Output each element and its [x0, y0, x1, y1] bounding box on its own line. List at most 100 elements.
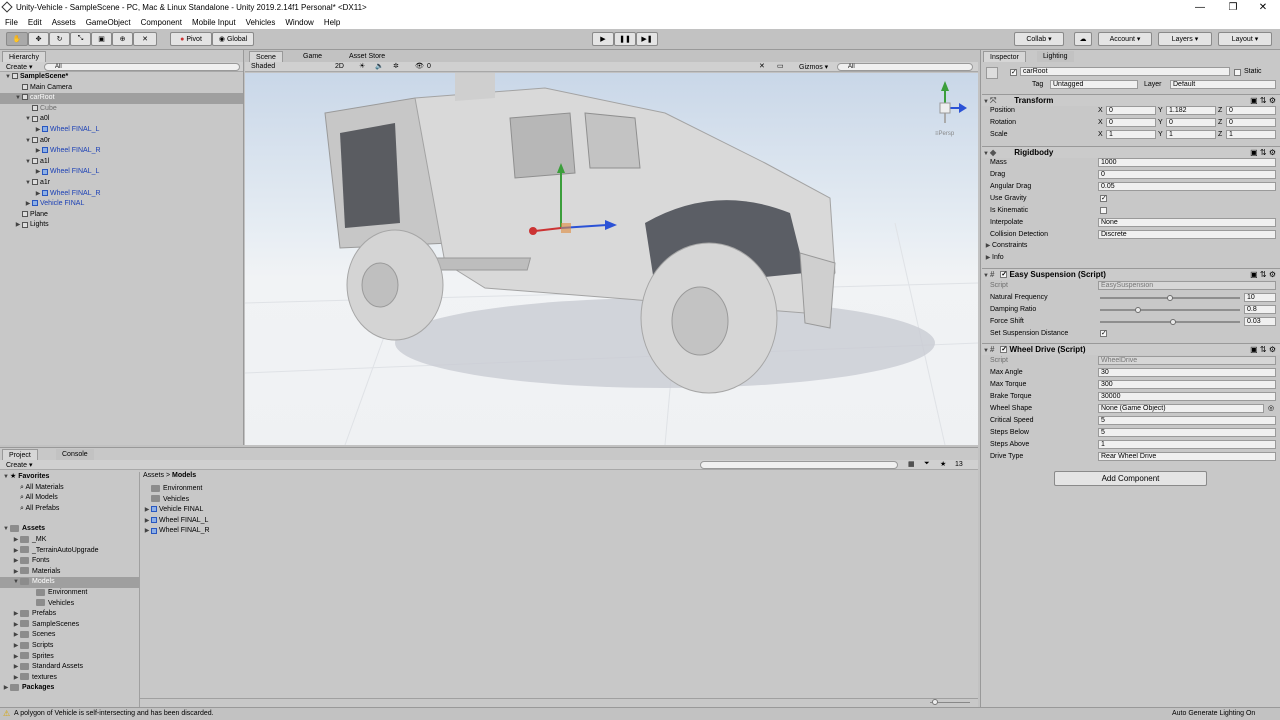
expand-arrow-icon[interactable]: ▼ [14, 93, 22, 104]
project-folder[interactable]: ▶ SampleScenes [0, 620, 139, 631]
transform-tool-icon[interactable]: ⊕ [112, 32, 133, 46]
project-folder[interactable]: ▶ Sprites [0, 652, 139, 663]
x-field[interactable]: 0 [1106, 118, 1156, 127]
project-asset[interactable]: Environment [143, 484, 202, 495]
hidden-packages-count[interactable]: 13 [955, 461, 963, 468]
z-field[interactable]: 0 [1226, 106, 1276, 115]
menu-gameobject[interactable]: GameObject [81, 18, 136, 27]
hierarchy-item[interactable]: ▶ Wheel FINAL_R [0, 189, 243, 200]
expand-arrow-icon[interactable]: ▶ [12, 673, 20, 684]
custom-tool-icon[interactable]: ✕ [133, 32, 157, 46]
expand-arrow-icon[interactable]: ▶ [12, 609, 20, 620]
project-folder[interactable]: ▶ Materials [0, 567, 139, 578]
favorite-item[interactable]: ⌕ All Materials [20, 483, 64, 494]
expand-arrow-icon[interactable]: ▶ [143, 526, 151, 537]
suspension-value-field[interactable]: 0.03 [1244, 317, 1276, 326]
hierarchy-item[interactable]: ▶ Lights [0, 220, 243, 231]
menu-vehicles[interactable]: Vehicles [241, 18, 281, 27]
expand-arrow-icon[interactable]: ▶ [12, 620, 20, 631]
account-button[interactable]: Account ▾ [1098, 32, 1152, 46]
rotate-tool-icon[interactable]: ↻ [49, 32, 70, 46]
2d-toggle[interactable]: 2D [335, 63, 344, 70]
menu-help[interactable]: Help [319, 18, 345, 27]
scale-tool-icon[interactable]: ⤡ [70, 32, 91, 46]
project-create-button[interactable]: Create ▾ [6, 461, 32, 469]
cloud-icon[interactable]: ☁ [1074, 32, 1092, 46]
hierarchy-item[interactable]: ▼ a1r [0, 178, 243, 189]
gizmos-dropdown[interactable]: Gizmos ▾ [799, 63, 828, 71]
info-foldout[interactable]: ▶ Info [984, 252, 1272, 263]
pivot-button[interactable]: ● Pivot [170, 32, 212, 46]
suspension-enabled-checkbox[interactable]: ✓ [1000, 271, 1008, 279]
object-picker-icon[interactable]: ◎ [1268, 403, 1274, 414]
restore-icon[interactable]: ❐ [1218, 0, 1248, 15]
y-field[interactable]: 1.182 [1166, 106, 1216, 115]
global-button[interactable]: ◉ Global [212, 32, 254, 46]
wheeldrive-field[interactable]: None (Game Object) [1098, 404, 1264, 413]
expand-arrow-icon[interactable]: ▶ [12, 535, 20, 546]
pause-icon[interactable]: ❚❚ [614, 32, 636, 46]
slider-knob[interactable] [1134, 307, 1141, 313]
hierarchy-item[interactable]: ▶ Vehicle FINAL [0, 199, 243, 210]
filter-type-icon[interactable]: ▦ [908, 460, 915, 468]
slider-knob[interactable] [1169, 319, 1176, 325]
menu-window[interactable]: Window [280, 18, 318, 27]
hierarchy-item[interactable]: ▼ a0r [0, 136, 243, 147]
project-folder[interactable]: Vehicles [0, 599, 139, 610]
rigidbody-field[interactable]: 0.05 [1098, 182, 1276, 191]
menu-edit[interactable]: Edit [23, 18, 47, 27]
assets-header[interactable]: ▼ Assets [2, 524, 45, 535]
slider-track[interactable] [1100, 309, 1240, 311]
active-checkbox[interactable]: ✓ [1010, 69, 1017, 76]
orientation-gizmo-icon[interactable] [939, 81, 967, 123]
wheeldrive-field[interactable]: 30000 [1098, 392, 1276, 401]
tab-scene[interactable]: Scene [249, 51, 283, 62]
expand-arrow-icon[interactable]: ▶ [2, 683, 10, 694]
suspension-value-field[interactable]: 0.8 [1244, 305, 1276, 314]
close-icon[interactable]: ✕ [1248, 0, 1278, 15]
wheeldrive-field[interactable]: 1 [1098, 440, 1276, 449]
wheeldrive-field[interactable]: 5 [1098, 416, 1276, 425]
expand-arrow-icon[interactable]: ▶ [34, 167, 42, 178]
tab-hierarchy[interactable]: Hierarchy [2, 51, 46, 62]
project-folder[interactable]: ▶ _TerrainAutoUpgrade [0, 546, 139, 557]
y-field[interactable]: 1 [1166, 130, 1216, 139]
project-folder[interactable]: ▶ _MK [0, 535, 139, 546]
project-asset[interactable]: ▶ Wheel FINAL_R [143, 526, 210, 537]
lighting-toggle-icon[interactable]: ☀ [359, 62, 365, 70]
tab-lighting[interactable]: Lighting [1037, 51, 1074, 62]
packages-header[interactable]: ▶ Packages [2, 683, 54, 694]
rigidbody-checkbox[interactable] [1100, 207, 1107, 214]
project-folder[interactable]: ▶ Scripts [0, 641, 139, 652]
filter-label-icon[interactable]: ⏷ [924, 460, 930, 468]
shading-mode-dropdown[interactable]: Shaded [251, 63, 275, 70]
zoom-knob[interactable] [932, 699, 938, 705]
tab-game[interactable]: Game [297, 51, 329, 62]
rigidbody-field[interactable]: None [1098, 218, 1276, 227]
move-tool-icon[interactable]: ✥ [28, 32, 49, 46]
expand-arrow-icon[interactable]: ▶ [12, 546, 20, 557]
expand-arrow-icon[interactable]: ▶ [12, 630, 20, 641]
expand-arrow-icon[interactable]: ▶ [14, 220, 22, 231]
favorite-item[interactable]: ⌕ All Models [20, 493, 58, 504]
expand-arrow-icon[interactable]: ▶ [12, 641, 20, 652]
x-field[interactable]: 1 [1106, 130, 1156, 139]
wheeldrive-field[interactable]: 300 [1098, 380, 1276, 389]
project-folder[interactable]: ▶ Scenes [0, 630, 139, 641]
layer-dropdown[interactable]: Default [1170, 80, 1276, 89]
favorites-header[interactable]: ▼★ Favorites [2, 472, 49, 483]
persp-label[interactable]: ≡Persp [935, 131, 954, 137]
favorite-star-icon[interactable]: ★ [940, 460, 946, 468]
hierarchy-item[interactable]: ▶ Wheel FINAL_L [0, 167, 243, 178]
audio-toggle-icon[interactable]: 🔈 [375, 62, 384, 70]
play-icon[interactable]: ▶ [592, 32, 614, 46]
project-folder[interactable]: ▶ Fonts [0, 556, 139, 567]
favorite-item[interactable]: ⌕ All Prefabs [20, 504, 59, 515]
expand-arrow-icon[interactable]: ▶ [12, 662, 20, 673]
rigidbody-field[interactable]: 0 [1098, 170, 1276, 179]
add-component-button[interactable]: Add Component [1054, 471, 1207, 486]
hidden-objects-icon[interactable]: 👁 [415, 62, 424, 70]
hierarchy-item[interactable]: Cube [0, 104, 243, 115]
tools-icon[interactable]: ✕ [759, 62, 765, 70]
hand-tool-icon[interactable]: ✋ [6, 32, 28, 46]
